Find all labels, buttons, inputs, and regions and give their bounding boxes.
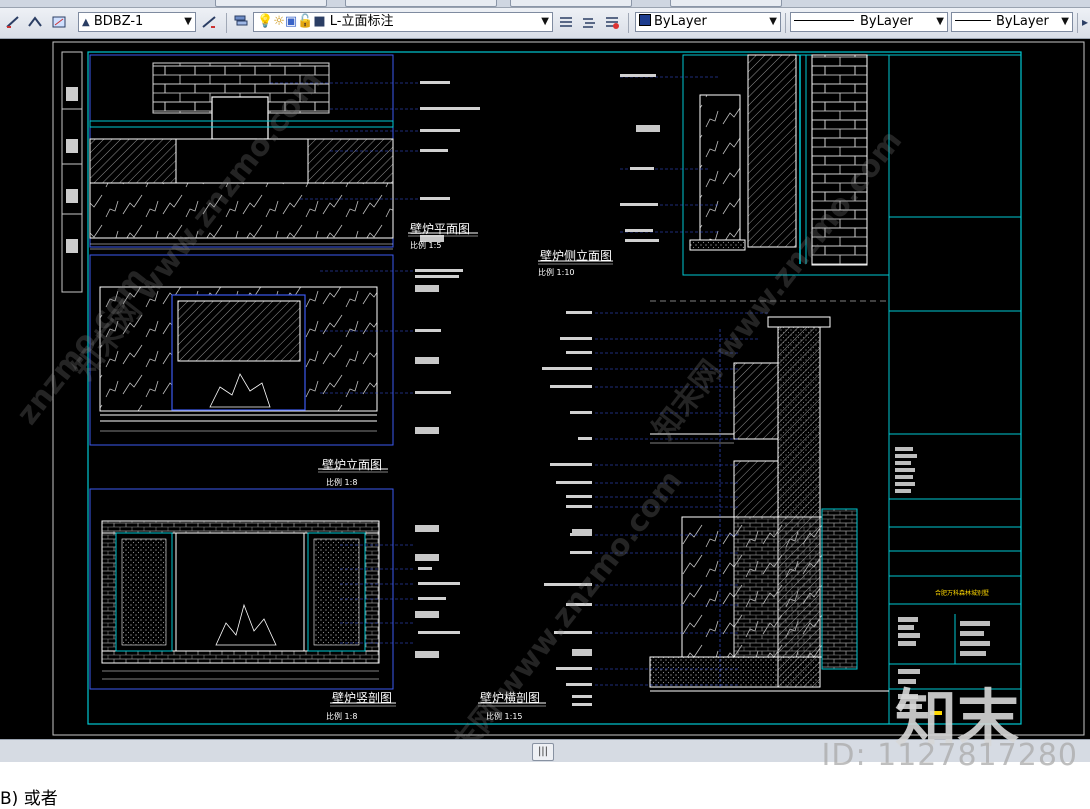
color-select[interactable]: ByLayer ▼ [635, 12, 781, 32]
chevron-down-icon: ▼ [936, 16, 944, 27]
vsection-view-title: 壁炉竖剖图 [332, 691, 393, 705]
layer-sun-icon: ☼ [273, 14, 285, 29]
lineweight-sample-icon [955, 20, 991, 21]
layer-color-icon: ▣ [284, 14, 298, 29]
chevron-down-icon: ▼ [769, 16, 777, 27]
table-style-combo[interactable] [510, 0, 632, 7]
layer-manager-icon[interactable] [232, 13, 250, 31]
dim-style-combo-top[interactable] [345, 0, 497, 7]
title-block-project-name: 合肥万科森林城别墅 [935, 590, 990, 597]
plan-view-title: 壁炉平面图 [410, 222, 471, 236]
side-view-title: 壁炉侧立面图 [540, 249, 613, 263]
linetype-select[interactable]: ByLayer ▼ [790, 12, 948, 32]
scrollbar-thumb[interactable]: ||| [532, 743, 554, 761]
vsection-view-scale: 比例 1:8 [326, 712, 358, 721]
left-strip-marks [62, 87, 82, 253]
toolbar-separator [628, 13, 629, 33]
front-view-title: 壁炉立面图 [322, 458, 383, 472]
layers-properties-toolbar: ▲ BDBZ-1 ▼ 💡☼▣🔓■ L-立面标注 ▼ ByLayer ▼ ByLa… [0, 8, 1090, 39]
dim-override-icon[interactable] [200, 13, 218, 31]
lineweight-value: ByLayer [996, 14, 1049, 29]
chevron-down-icon: ▼ [541, 16, 549, 27]
side-view-scale: 比例 1:10 [538, 268, 575, 277]
front-view-scale: 比例 1:8 [326, 478, 358, 487]
color-value: ByLayer [654, 14, 707, 29]
dimstyle-select[interactable]: ▲ BDBZ-1 ▼ [78, 12, 196, 32]
toolbar-separator [1077, 13, 1078, 33]
chevron-down-icon: ▼ [184, 16, 192, 27]
linetype-sample-icon [794, 20, 854, 21]
layer-value: L-立面标注 [329, 14, 394, 29]
color-swatch-icon [639, 14, 651, 26]
lineweight-select[interactable]: ByLayer ▼ [951, 12, 1073, 32]
layer-swatch-icon: ■ [313, 14, 326, 29]
toolbar-more-icon[interactable]: ▸ [1080, 13, 1090, 31]
layer-bulb-icon: 💡 [257, 14, 274, 29]
below-text: B) 或者 [0, 789, 58, 809]
dim-style-icon[interactable] [4, 13, 22, 31]
toolbar-separator [226, 13, 227, 33]
top-toolbar-strip [0, 0, 1090, 8]
dimstyle-icon: ▲ [82, 17, 90, 28]
layer-lock-icon: 🔓 [297, 14, 314, 29]
layer-iso-icon[interactable] [603, 13, 621, 31]
vertical-section-view [89, 488, 460, 690]
layer-select[interactable]: 💡☼▣🔓■ L-立面标注 ▼ [253, 12, 553, 32]
plan-view-scale: 比例 1:5 [410, 241, 442, 250]
linetype-value: ByLayer [860, 14, 913, 29]
title-block [888, 54, 1022, 725]
text-style-combo[interactable] [215, 0, 327, 7]
toolbar-separator [785, 13, 786, 33]
chevron-down-icon: ▼ [1061, 16, 1069, 27]
dim-manager-icon[interactable] [26, 13, 44, 31]
dim-update-icon[interactable] [50, 13, 68, 31]
watermark-id: ID: 1127817280 [821, 738, 1078, 773]
mleader-style-combo[interactable] [670, 0, 782, 7]
layer-match-icon[interactable] [557, 13, 575, 31]
layer-prev-icon[interactable] [580, 13, 598, 31]
dimstyle-value: BDBZ-1 [93, 14, 144, 29]
